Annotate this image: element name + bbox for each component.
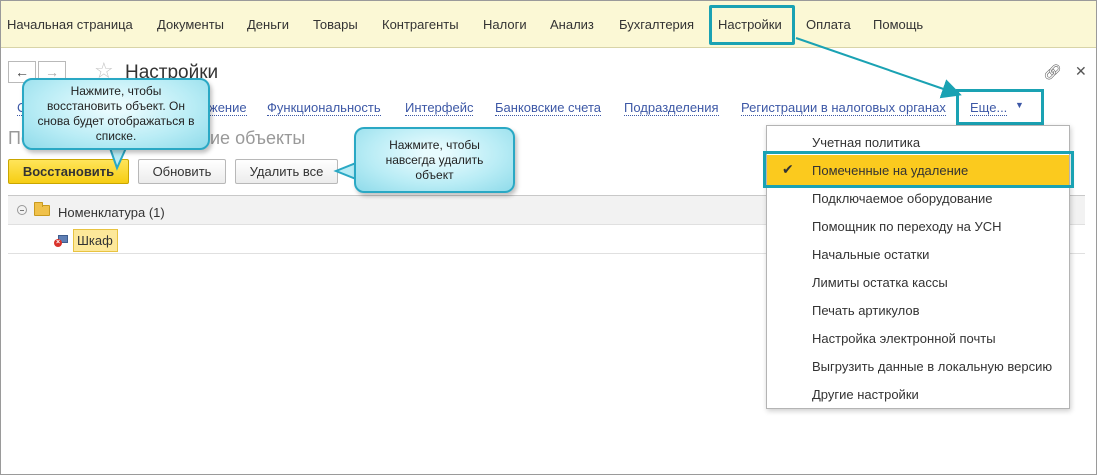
- annotation-arrow: [108, 37, 962, 181]
- restore-callout: Нажмите, чтобы восстановить объект. Он с…: [22, 78, 210, 150]
- delete-callout: Нажмите, чтобы навсегда удалить объект: [354, 127, 515, 193]
